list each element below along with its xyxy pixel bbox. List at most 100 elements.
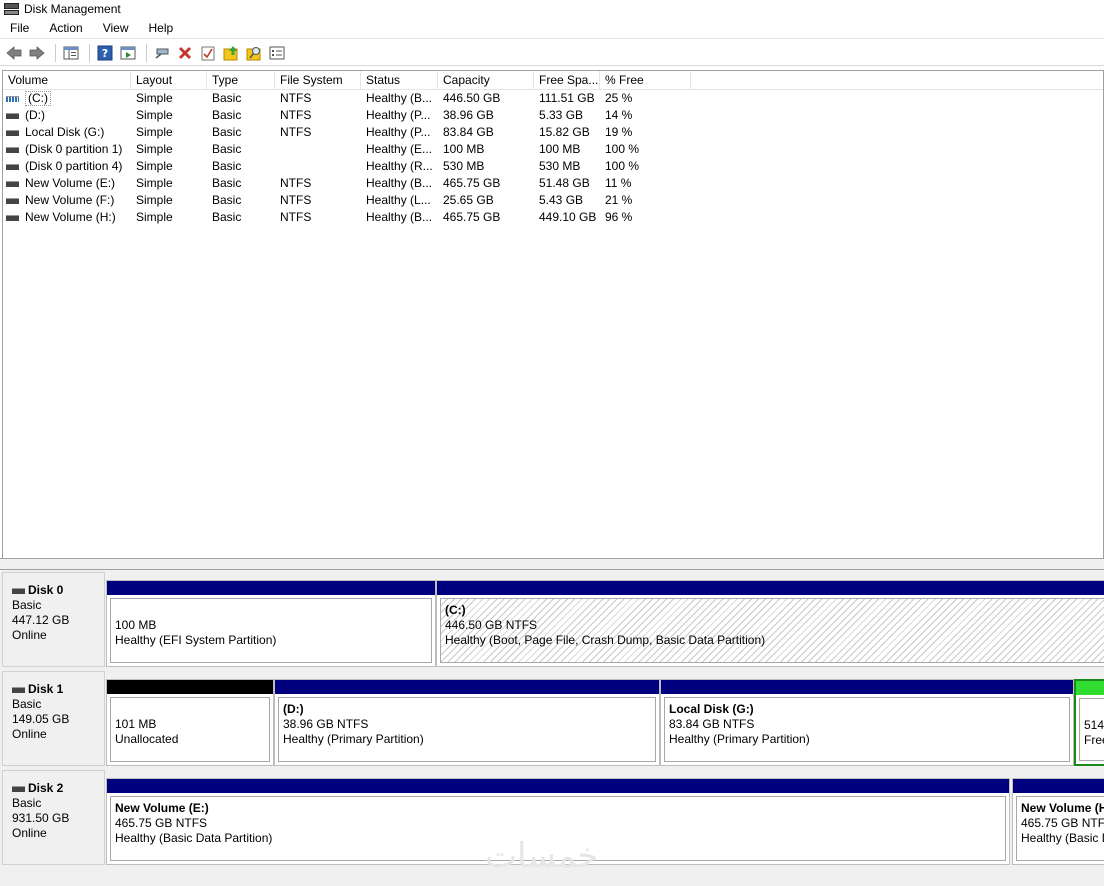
partition-body: (D:) 38.96 GB NTFS Healthy (Primary Part… <box>278 697 656 762</box>
cell-capacity: 38.96 GB <box>443 108 494 122</box>
disk-label[interactable]: Disk 0 Basic 447.12 GB Online <box>2 572 105 667</box>
cell-type: Basic <box>212 193 242 207</box>
disk-label[interactable]: Disk 2 Basic 931.50 GB Online <box>2 770 105 865</box>
partition-size: 446.50 GB NTFS <box>445 618 538 632</box>
title-bar: Disk Management <box>0 0 1104 17</box>
partition-status: Healthy (EFI System Partition) <box>115 633 277 647</box>
partition-block[interactable]: New Volume (H:) 465.75 GB NTFS Healthy (… <box>1012 778 1104 865</box>
partition-block[interactable]: 100 MB Healthy (EFI System Partition) <box>106 580 436 667</box>
volume-name: New Volume (E:) <box>25 176 116 190</box>
cell-type: Basic <box>212 108 242 122</box>
cell-type: Basic <box>212 210 242 224</box>
search-icon[interactable] <box>244 43 264 63</box>
disk-management-icon <box>4 2 20 15</box>
partition-block[interactable]: (C:) 446.50 GB NTFS Healthy (Boot, Page … <box>436 580 1104 667</box>
table-row[interactable]: (Disk 0 partition 1) Simple Basic Healthy (… <box>3 141 1103 158</box>
table-row[interactable]: Local Disk (G:) Simple Basic NTFS Healthy (P… <box>3 124 1103 141</box>
partition-title: New Volume (H:) <box>1021 801 1104 815</box>
menu-help[interactable]: Help <box>139 18 184 38</box>
cell-capacity: 465.75 GB <box>443 210 501 224</box>
table-row[interactable]: (D:) Simple Basic NTFS Healthy (P... 38.96 GB… <box>3 107 1103 124</box>
partition-bar <box>661 680 1073 694</box>
partition-size: 101 MB <box>115 717 157 731</box>
volume-icon <box>6 146 19 153</box>
disk-icon <box>12 587 25 594</box>
cell-free-space: 51.48 GB <box>539 176 590 190</box>
table-row[interactable]: New Volume (H:) Simple Basic NTFS Healthy (B… <box>3 209 1103 226</box>
cell-free-space: 15.82 GB <box>539 125 590 139</box>
menu-action[interactable]: Action <box>39 18 92 38</box>
partition-block-selected[interactable]: 514 Free <box>1074 679 1104 766</box>
volume-name: New Volume (H:) <box>25 210 116 224</box>
partition-block[interactable]: Local Disk (G:) 83.84 GB NTFS Healthy (P… <box>660 679 1074 766</box>
properties-icon[interactable] <box>118 43 138 63</box>
help-icon[interactable]: ? <box>95 43 115 63</box>
back-icon[interactable] <box>4 43 24 63</box>
column-file-system[interactable]: File System <box>275 71 361 90</box>
cell-type: Basic <box>212 125 242 139</box>
partition-block[interactable]: 101 MB Unallocated <box>106 679 274 766</box>
delete-icon[interactable] <box>175 43 195 63</box>
table-row[interactable]: (C:) Simple Basic NTFS Healthy (B... 446.50 G… <box>3 90 1103 107</box>
column-capacity[interactable]: Capacity <box>438 71 534 90</box>
disk-row-1: Disk 1 Basic 149.05 GB Online 101 MB Una… <box>2 671 1104 766</box>
partition-size: 38.96 GB NTFS <box>283 717 369 731</box>
disk-size: 931.50 GB <box>12 811 70 825</box>
list-icon[interactable] <box>267 43 287 63</box>
cell-file-system: NTFS <box>280 91 312 105</box>
cell-capacity: 25.65 GB <box>443 193 494 207</box>
menu-view[interactable]: View <box>93 18 139 38</box>
cell-status: Healthy (P... <box>366 108 431 122</box>
column-volume[interactable]: Volume <box>3 71 131 90</box>
partition-bar <box>107 680 273 694</box>
cell-file-system: NTFS <box>280 125 312 139</box>
cell-file-system: NTFS <box>280 108 312 122</box>
table-row[interactable]: (Disk 0 partition 4) Simple Basic Healthy (… <box>3 158 1103 175</box>
check-icon[interactable] <box>198 43 218 63</box>
column-percent-free[interactable]: % Free <box>600 71 691 90</box>
cell-percent-free: 19 % <box>605 125 633 139</box>
cell-layout: Simple <box>136 108 173 122</box>
cell-capacity: 100 MB <box>443 142 485 156</box>
cell-status: Healthy (B... <box>366 210 433 224</box>
disk-state: Online <box>12 628 47 642</box>
cell-file-system <box>275 141 361 158</box>
partition-body: Local Disk (G:) 83.84 GB NTFS Healthy (P… <box>664 697 1070 762</box>
show-hide-console-tree-icon[interactable] <box>61 43 81 63</box>
column-type[interactable]: Type <box>207 71 275 90</box>
cell-percent-free: 100 % <box>605 159 640 173</box>
partition-status: Healthy (Primary Partition) <box>669 732 810 746</box>
disk-label[interactable]: Disk 1 Basic 149.05 GB Online <box>2 671 105 766</box>
toolbar: ? <box>0 40 1104 66</box>
menu-file[interactable]: File <box>0 18 39 38</box>
volume-icon <box>6 214 19 221</box>
column-free-space[interactable]: Free Spa... <box>534 71 600 90</box>
column-layout[interactable]: Layout <box>131 71 207 90</box>
table-row[interactable]: New Volume (E:) Simple Basic NTFS Healthy (B… <box>3 175 1103 192</box>
cell-percent-free: 25 % <box>605 91 633 105</box>
disk-state: Online <box>12 727 47 741</box>
partition-block[interactable]: (D:) 38.96 GB NTFS Healthy (Primary Part… <box>274 679 660 766</box>
partition-title <box>115 702 265 717</box>
cell-status: Healthy (B... <box>366 91 433 105</box>
cell-layout: Simple <box>136 159 173 173</box>
column-status[interactable]: Status <box>361 71 438 90</box>
partition-size: 465.75 GB NTFS <box>1021 816 1104 830</box>
cell-volume: (Disk 0 partition 4) <box>3 158 131 175</box>
cell-status: Healthy (E... <box>366 142 433 156</box>
table-row[interactable]: New Volume (F:) Simple Basic NTFS Healthy (L… <box>3 192 1103 209</box>
forward-icon[interactable] <box>27 43 47 63</box>
cell-volume: (Disk 0 partition 1) <box>3 141 131 158</box>
disk-kind: Basic <box>12 796 42 810</box>
connect-icon[interactable] <box>152 43 172 63</box>
up-icon[interactable] <box>221 43 241 63</box>
pane-splitter[interactable] <box>0 558 1104 570</box>
partition-bar <box>1076 681 1104 695</box>
cell-percent-free: 11 % <box>605 176 632 190</box>
cell-percent-free: 21 % <box>605 193 633 207</box>
partition-title: Local Disk (G:) <box>669 702 754 716</box>
partition-size: 514 <box>1084 718 1104 732</box>
cell-volume: New Volume (H:) <box>3 209 131 226</box>
cell-volume: (C:) <box>3 90 131 107</box>
cell-free-space: 5.43 GB <box>539 193 584 207</box>
